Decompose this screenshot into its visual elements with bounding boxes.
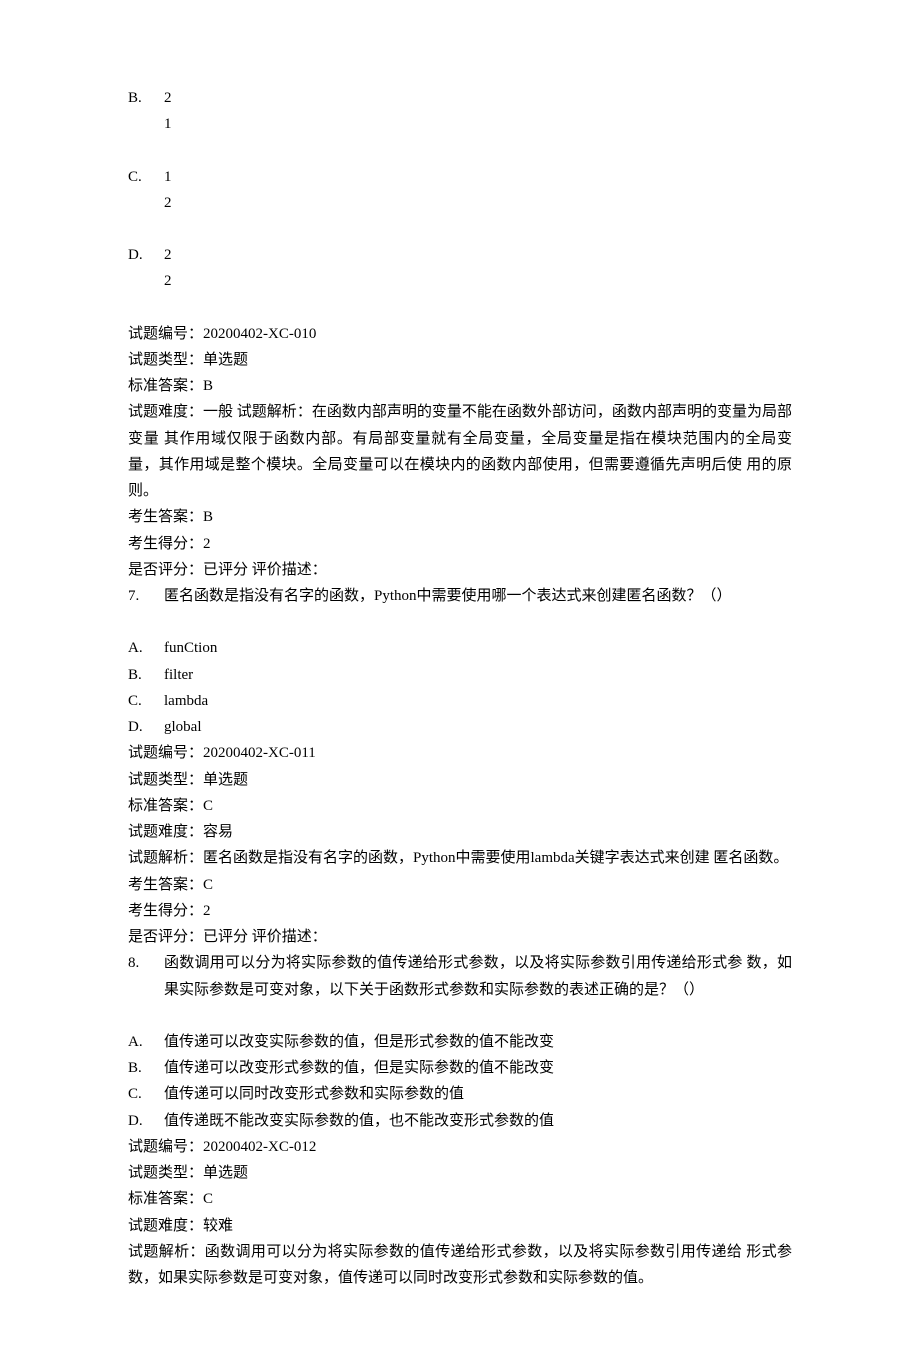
option-letter: B. bbox=[128, 85, 164, 111]
option-text: funCtion bbox=[164, 635, 792, 661]
option-text-line2: 2 bbox=[164, 190, 792, 216]
option-letter: A. bbox=[128, 635, 164, 661]
option-text: 值传递可以同时改变形式参数和实际参数的值 bbox=[164, 1081, 792, 1107]
option-text-line1: 1 bbox=[164, 164, 792, 190]
question-7: 7. 匿名函数是指没有名字的函数，Python中需要使用哪一个表达式来创建匿名函… bbox=[128, 583, 792, 609]
option-letter: D. bbox=[128, 242, 164, 268]
question-stem: 匿名函数是指没有名字的函数，Python中需要使用哪一个表达式来创建匿名函数？（… bbox=[164, 583, 792, 609]
candidate-score: 考生得分：2 bbox=[128, 898, 792, 924]
candidate-answer: 考生答案：B bbox=[128, 504, 792, 530]
option-c: C. 值传递可以同时改变形式参数和实际参数的值 bbox=[128, 1081, 792, 1107]
difficulty-analysis: 试题难度：一般 试题解析：在函数内部声明的变量不能在函数外部访问，函数内部声明的… bbox=[128, 399, 792, 504]
option-d: D. 值传递既不能改变实际参数的值，也不能改变形式参数的值 bbox=[128, 1108, 792, 1134]
option-text: 值传递可以改变实际参数的值，但是形式参数的值不能改变 bbox=[164, 1029, 792, 1055]
difficulty: 试题难度：较难 bbox=[128, 1213, 792, 1239]
answer-key: 标准答案：C bbox=[128, 793, 792, 819]
option-b: B. filter bbox=[128, 662, 792, 688]
question-type: 试题类型：单选题 bbox=[128, 1160, 792, 1186]
option-letter: C. bbox=[128, 688, 164, 714]
question-id: 试题编号：20200402-XC-012 bbox=[128, 1134, 792, 1160]
option-text-line2: 2 bbox=[164, 268, 792, 294]
option-text-line1: 2 bbox=[164, 242, 792, 268]
question-id: 试题编号：20200402-XC-010 bbox=[128, 321, 792, 347]
option-letter: C. bbox=[128, 164, 164, 190]
option-b: B. 2 bbox=[128, 85, 792, 111]
question-type: 试题类型：单选题 bbox=[128, 767, 792, 793]
option-text: global bbox=[164, 714, 792, 740]
graded-status: 是否评分：已评分 评价描述： bbox=[128, 557, 792, 583]
option-text: 值传递可以改变形式参数的值，但是实际参数的值不能改变 bbox=[164, 1055, 792, 1081]
option-b: B. 值传递可以改变形式参数的值，但是实际参数的值不能改变 bbox=[128, 1055, 792, 1081]
option-letter: D. bbox=[128, 1108, 164, 1134]
option-text-line1: 2 bbox=[164, 85, 792, 111]
option-c: C. lambda bbox=[128, 688, 792, 714]
option-letter: C. bbox=[128, 1081, 164, 1107]
difficulty: 试题难度：容易 bbox=[128, 819, 792, 845]
option-d: D. 2 bbox=[128, 242, 792, 268]
option-d: D. global bbox=[128, 714, 792, 740]
analysis: 试题解析：函数调用可以分为将实际参数的值传递给形式参数，以及将实际参数引用传递给… bbox=[128, 1239, 792, 1292]
graded-status: 是否评分：已评分 评价描述： bbox=[128, 924, 792, 950]
option-letter: B. bbox=[128, 1055, 164, 1081]
option-text: 值传递既不能改变实际参数的值，也不能改变形式参数的值 bbox=[164, 1108, 792, 1134]
question-id: 试题编号：20200402-XC-011 bbox=[128, 740, 792, 766]
option-a: A. funCtion bbox=[128, 635, 792, 661]
option-a: A. 值传递可以改变实际参数的值，但是形式参数的值不能改变 bbox=[128, 1029, 792, 1055]
option-text-line2: 1 bbox=[164, 111, 792, 137]
analysis: 试题解析：匿名函数是指没有名字的函数，Python中需要使用lambda关键字表… bbox=[128, 845, 792, 871]
question-number: 7. bbox=[128, 583, 164, 609]
option-c: C. 1 bbox=[128, 164, 792, 190]
question-type: 试题类型：单选题 bbox=[128, 347, 792, 373]
option-text: lambda bbox=[164, 688, 792, 714]
answer-key: 标准答案：B bbox=[128, 373, 792, 399]
question-number: 8. bbox=[128, 950, 164, 1003]
answer-key: 标准答案：C bbox=[128, 1186, 792, 1212]
option-letter: D. bbox=[128, 714, 164, 740]
option-b-line2: 1 bbox=[128, 111, 792, 137]
question-stem: 函数调用可以分为将实际参数的值传递给形式参数，以及将实际参数引用传递给形式参 数… bbox=[164, 950, 792, 1003]
option-d-line2: 2 bbox=[128, 268, 792, 294]
candidate-answer: 考生答案：C bbox=[128, 872, 792, 898]
question-8: 8. 函数调用可以分为将实际参数的值传递给形式参数，以及将实际参数引用传递给形式… bbox=[128, 950, 792, 1003]
option-letter: B. bbox=[128, 662, 164, 688]
option-c-line2: 2 bbox=[128, 190, 792, 216]
option-letter: A. bbox=[128, 1029, 164, 1055]
option-text: filter bbox=[164, 662, 792, 688]
candidate-score: 考生得分：2 bbox=[128, 531, 792, 557]
